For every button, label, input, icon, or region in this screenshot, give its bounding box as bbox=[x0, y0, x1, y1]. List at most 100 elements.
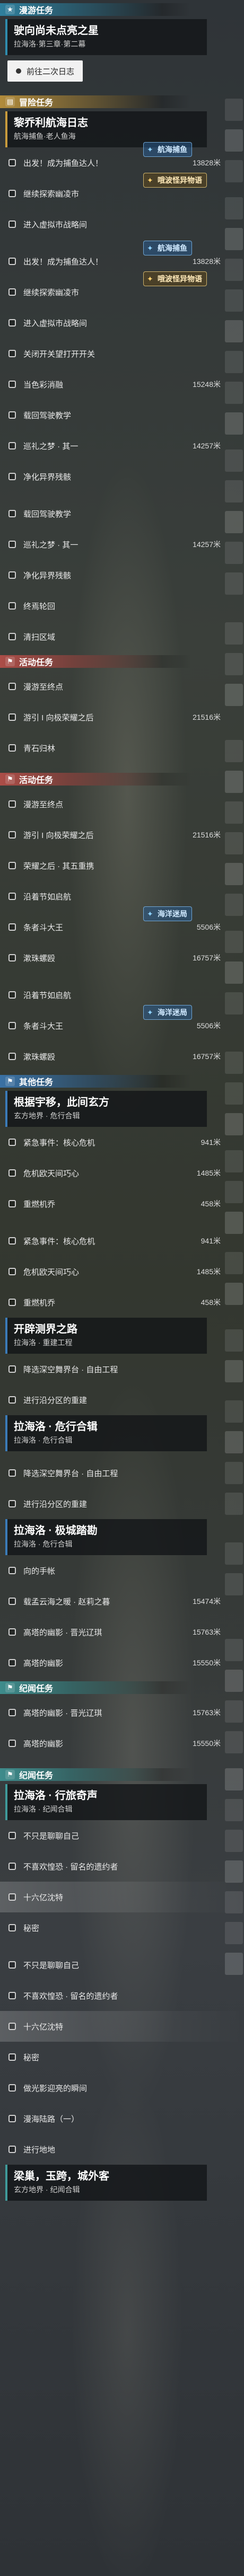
quest-card[interactable]: 根据宇移，此间玄方 玄方地界 · 危行合辑 bbox=[5, 1091, 207, 1127]
checkbox-icon bbox=[8, 258, 16, 265]
objective-row[interactable]: 继续探索幽凌市 哦波怪异物语 bbox=[0, 173, 244, 209]
quest-card[interactable]: 开辟测界之路 拉海洛 · 重建工程 bbox=[5, 1318, 207, 1354]
objective-row[interactable]: 紧急事件：核心危机 941米 bbox=[0, 1225, 244, 1256]
objective-row[interactable]: 青石归林 bbox=[0, 733, 244, 763]
objective-row[interactable]: 沿着节如启航 bbox=[0, 881, 244, 912]
quest-title: 驶向尚未点亮之星 bbox=[14, 25, 99, 37]
section-tag[interactable]: ⚑ 纪闻任务 bbox=[0, 1765, 244, 1784]
objective-row[interactable]: 进入虚拟市战略间 bbox=[0, 209, 244, 240]
right-scroll-tab bbox=[225, 1493, 243, 1515]
tracker-badge[interactable]: 海洋迷局 bbox=[143, 1005, 192, 1020]
quest-card[interactable]: 梁巢，玉跨，城外客 玄方地界 · 纪闻合辑 bbox=[5, 2165, 207, 2201]
objective-row[interactable]: 秘密 bbox=[0, 1912, 244, 1943]
objective-row[interactable]: 漫游至终点 bbox=[0, 789, 244, 819]
objective-row[interactable]: 游引 I 向极荣耀之后 21516米 bbox=[0, 819, 244, 850]
quest-subtitle: 拉海洛 · 危行合辑 bbox=[14, 1436, 73, 1444]
objective-row[interactable]: 漱珠螺殴 16757米 bbox=[0, 1041, 244, 1072]
objective-row[interactable]: 关闭开关望打开开关 bbox=[0, 338, 244, 369]
objective-row[interactable]: 高塔的幽影 · 晋光辽琪 15763米 bbox=[0, 1617, 244, 1647]
objective-row[interactable]: 降选深空舞界台 · 自由工程 bbox=[0, 1354, 244, 1384]
right-scroll-tab bbox=[225, 542, 243, 564]
objective-row[interactable]: 高塔的幽影 15550米 bbox=[0, 1647, 244, 1678]
objective-distance: 5506米 bbox=[196, 1021, 221, 1030]
objective-row[interactable]: 净化异界残骸 bbox=[0, 560, 244, 590]
objective-row[interactable]: 十六亿沈特 bbox=[0, 2011, 244, 2042]
objective-row[interactable]: 高塔的幽影 15550米 bbox=[0, 1728, 244, 1759]
checkbox-icon bbox=[8, 350, 16, 357]
tracker-badge[interactable]: 海洋迷局 bbox=[143, 906, 192, 921]
quest-card[interactable]: 驶向尚未点亮之星 拉海洛·第三章·第二幕 bbox=[5, 19, 207, 55]
objective-row[interactable]: 游引 I 向极荣耀之后 21516米 bbox=[0, 702, 244, 733]
objective-row[interactable]: 重燃机乔 458米 bbox=[0, 1188, 244, 1219]
active-objective-button[interactable]: 前往二次日志 bbox=[7, 60, 83, 82]
objective-row[interactable]: 重燃机乔 458米 bbox=[0, 1287, 244, 1318]
objective-row[interactable]: 出发！成为捕鱼达人！ 13828米航海捕鱼 bbox=[0, 142, 244, 178]
section-tag[interactable]: ⚑ 其他任务 bbox=[0, 1072, 244, 1091]
objective-row[interactable]: 进行地地 bbox=[0, 2134, 244, 2165]
quest-card[interactable]: 拉海洛 · 危行合辑 拉海洛 · 危行合辑 bbox=[5, 1415, 207, 1451]
objective-row[interactable]: 降选深空舞界台 · 自由工程 bbox=[0, 1458, 244, 1488]
objective-row[interactable]: 载回驾驶教学 bbox=[0, 498, 244, 529]
objective-row[interactable]: 载孟云海之暖 · 赵莉之暮 15474米 bbox=[0, 1586, 244, 1617]
section-tag[interactable]: ⚑ 活动任务 bbox=[0, 652, 244, 671]
objective-row[interactable]: 进行沿分区的重建 bbox=[0, 1488, 244, 1519]
objective-row[interactable]: 漫游至终点 bbox=[0, 671, 244, 702]
objective-row[interactable]: 载回驾驶教学 bbox=[0, 400, 244, 430]
objective-row[interactable]: 终焉轮回 bbox=[0, 590, 244, 621]
objective-row[interactable]: 高塔的幽影 · 晋光辽琪 15763米 bbox=[0, 1697, 244, 1728]
objective-row[interactable]: 做光影迎亮的瞬间 bbox=[0, 2072, 244, 2103]
objective-row[interactable]: 进行沿分区的重建 bbox=[0, 1384, 244, 1415]
objective-row[interactable]: 十六亿沈特 bbox=[0, 1882, 244, 1912]
objective-row[interactable]: 危机欧天间巧心 1485米 bbox=[0, 1158, 244, 1188]
section-tag[interactable]: ⚑ 活动任务 bbox=[0, 770, 244, 789]
objective-row[interactable]: 条者斗大王 5506米海洋迷局 bbox=[0, 906, 244, 942]
right-scroll-tab bbox=[225, 1150, 243, 1172]
objective-distance: 15474米 bbox=[193, 1597, 221, 1605]
quest-subtitle: 航海捕鱼·老人鱼海 bbox=[14, 132, 76, 140]
right-scroll-tab bbox=[225, 289, 243, 312]
section-tag[interactable]: ▤ 冒险任务 bbox=[0, 92, 244, 111]
objective-row[interactable]: 紧急事件：核心危机 941米 bbox=[0, 1127, 244, 1158]
objective-row[interactable]: 不只是聊聊自己 bbox=[0, 1949, 244, 1980]
objective-row[interactable]: 当色彩消融 15248米 bbox=[0, 369, 244, 400]
checkbox-icon bbox=[8, 190, 16, 197]
section-tag[interactable]: ⚑ 纪闻任务 bbox=[0, 1678, 244, 1697]
right-scroll-tab bbox=[225, 1573, 243, 1595]
section-tag[interactable]: ★ 漫游任务 bbox=[0, 0, 244, 19]
objective-row[interactable]: 不喜欢惶恐 · 留名的遗约者 bbox=[0, 1980, 244, 2011]
objective-label: 终焉轮回 bbox=[23, 602, 56, 611]
objective-row[interactable]: 向的手帐 bbox=[0, 1555, 244, 1586]
objective-row[interactable]: 继续探索幽凌市 哦波怪异物语 bbox=[0, 271, 244, 307]
objective-row[interactable]: 不喜欢惶恐 · 留名的遗约者 bbox=[0, 1851, 244, 1882]
objective-dot-icon bbox=[16, 68, 21, 74]
objective-row[interactable]: 清扫区域 bbox=[0, 621, 244, 652]
tracker-badge[interactable]: 哦波怪异物语 bbox=[143, 271, 207, 286]
right-scroll-tab bbox=[225, 1799, 243, 1821]
section-tag-label: 漫游任务 bbox=[19, 6, 54, 15]
tracker-badge[interactable]: 哦波怪异物语 bbox=[143, 173, 207, 188]
objective-row[interactable]: 危机欧天间巧心 1485米 bbox=[0, 1256, 244, 1287]
objective-label: 不只是聊聊自己 bbox=[23, 1961, 80, 1970]
objective-label: 载回驾驶教学 bbox=[23, 411, 72, 420]
checkbox-icon bbox=[8, 633, 16, 640]
objective-row[interactable]: 净化异界残骸 bbox=[0, 461, 244, 492]
objective-row[interactable]: 巡礼之梦 · 其一 14257米 bbox=[0, 529, 244, 560]
objective-row[interactable]: 秘密 bbox=[0, 2042, 244, 2072]
objective-row[interactable]: 不只是聊聊自己 bbox=[0, 1820, 244, 1851]
objective-label: 高塔的幽影 · 晋光辽琪 bbox=[23, 1708, 102, 1718]
checkbox-icon bbox=[8, 1365, 16, 1373]
objective-row[interactable]: 出发！成为捕鱼达人！ 13828米航海捕鱼 bbox=[0, 241, 244, 277]
quest-card[interactable]: 拉海洛 · 极城踏勘 拉海洛 · 危行合辑 bbox=[5, 1519, 207, 1555]
objective-row[interactable]: 沿着节如启航 bbox=[0, 980, 244, 1010]
objective-row[interactable]: 进入虚拟市战略间 bbox=[0, 307, 244, 338]
objective-row[interactable]: 荣耀之后 · 其五重携 bbox=[0, 850, 244, 881]
objective-row[interactable]: 巡礼之梦 · 其一 14257米 bbox=[0, 430, 244, 461]
section-divider bbox=[0, 1943, 244, 1949]
objective-row[interactable]: 漱珠螺殴 16757米 bbox=[0, 942, 244, 973]
objective-row[interactable]: 漫海陆路（一） bbox=[0, 2103, 244, 2134]
checkbox-icon bbox=[8, 1237, 16, 1245]
tracker-badge[interactable]: 航海捕鱼 bbox=[143, 241, 192, 255]
tracker-badge[interactable]: 航海捕鱼 bbox=[143, 142, 192, 157]
quest-card[interactable]: 拉海洛 · 行旅奇声 拉海洛 · 纪闻合辑 bbox=[5, 1784, 207, 1820]
objective-row[interactable]: 条者斗大王 5506米海洋迷局 bbox=[0, 1005, 244, 1041]
